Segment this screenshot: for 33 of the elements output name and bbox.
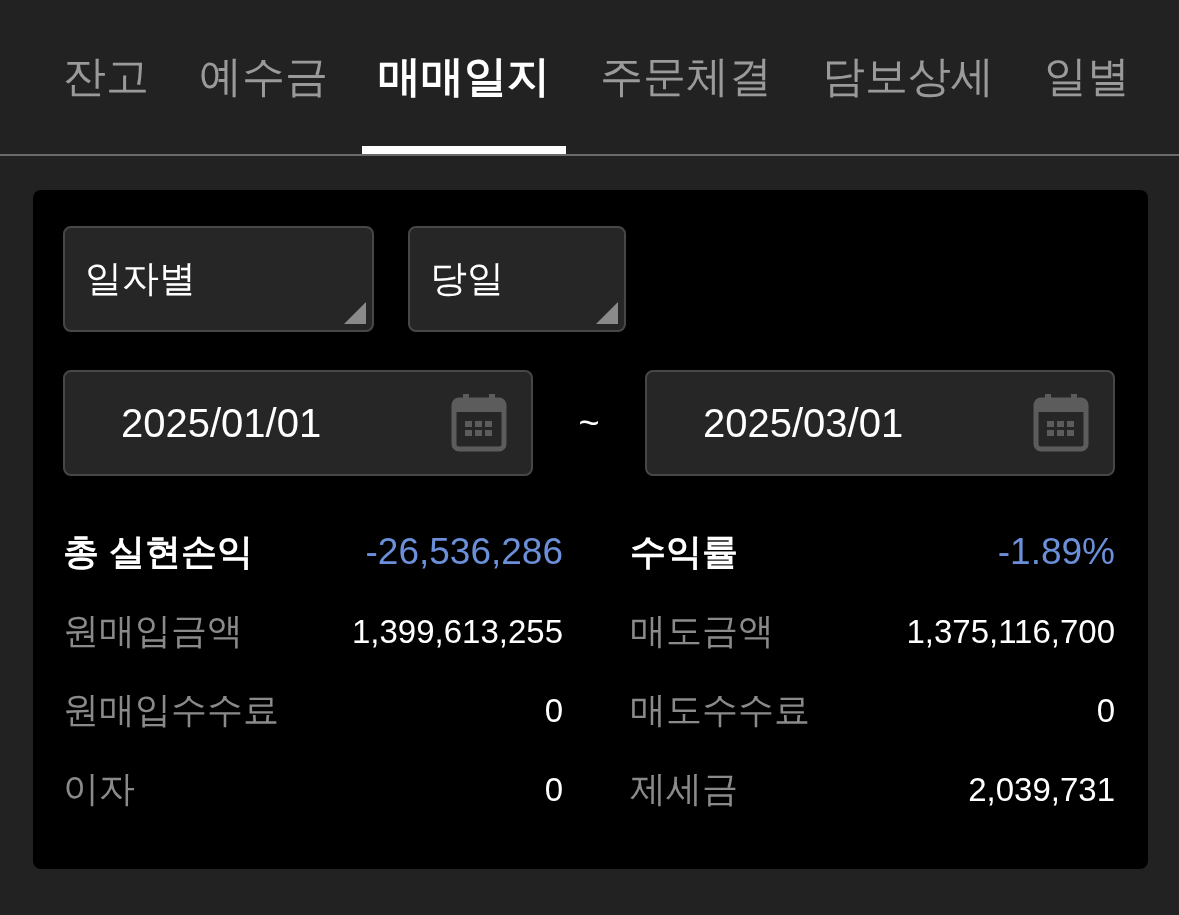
metric-value: 1,399,613,255 (351, 612, 563, 651)
metric-label: 총 실현손익 (63, 529, 253, 574)
metric-value: 2,039,731 (968, 770, 1115, 809)
metric-value: 0 (1096, 691, 1115, 730)
date-value: 2025/01/01 (121, 400, 322, 446)
metric-value: -26,536,286 (365, 531, 563, 573)
metric-value: 0 (544, 691, 563, 730)
metric-value: -1.89% (997, 531, 1115, 573)
metric-label: 원매입수수료 (63, 688, 279, 732)
metric-label: 매도금액 (630, 609, 774, 653)
corner-triangle-icon (344, 302, 366, 324)
metric-value: 0 (544, 770, 563, 809)
tab[interactable]: 담보상세 (806, 0, 1010, 154)
calendar-icon (451, 394, 507, 452)
metric-label: 원매입금액 (63, 609, 243, 653)
metric-label: 매도수수료 (630, 688, 810, 732)
date-field[interactable]: 2025/03/01 (645, 370, 1115, 476)
date-field[interactable]: 2025/01/01 (63, 370, 533, 476)
calendar-icon (1033, 394, 1089, 452)
tab[interactable]: 일별 (1028, 0, 1146, 154)
dropdown[interactable]: 당일 (408, 226, 626, 332)
tab[interactable]: 잔고 (47, 0, 165, 154)
metric-value: 1,375,116,700 (906, 612, 1115, 651)
dropdown[interactable]: 일자별 (63, 226, 374, 332)
metric-label: 이자 (63, 767, 135, 811)
metric-label: 수익률 (630, 529, 738, 574)
tab[interactable]: 주문체결 (584, 0, 788, 154)
date-value: 2025/03/01 (703, 400, 904, 446)
range-separator: ~ (577, 402, 601, 444)
corner-triangle-icon (596, 302, 618, 324)
tab[interactable]: 예수금 (183, 0, 344, 154)
tab[interactable]: 매매일지 (362, 0, 566, 154)
metric-label: 제세금 (630, 767, 738, 811)
